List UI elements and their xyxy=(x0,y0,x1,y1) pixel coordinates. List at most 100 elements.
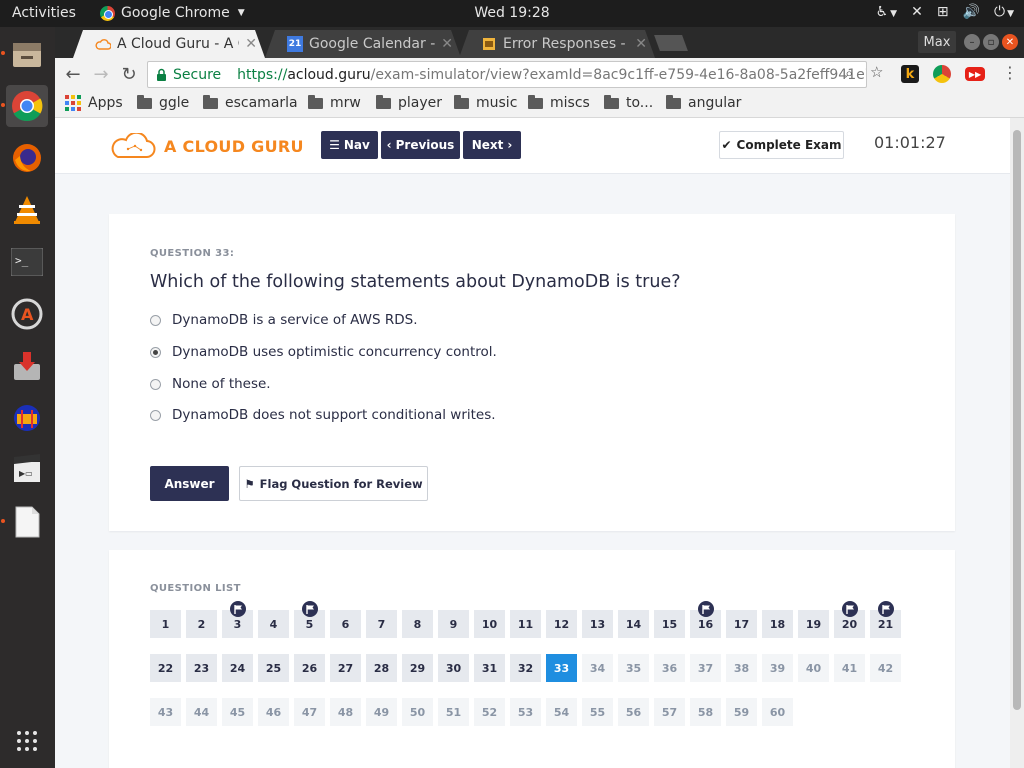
menu-kebab-icon[interactable]: ⋮ xyxy=(1002,63,1018,82)
question-number-button[interactable]: 39 xyxy=(762,654,793,682)
files-cabinet-icon[interactable] xyxy=(6,33,48,75)
question-number-button[interactable]: 29 xyxy=(402,654,433,682)
scrollbar-thumb[interactable] xyxy=(1013,130,1021,710)
question-number-button[interactable]: 24 xyxy=(222,654,253,682)
complete-exam-button[interactable]: ✔ Complete Exam xyxy=(719,131,844,159)
volume-icon[interactable]: 🔊 xyxy=(963,4,980,20)
question-number-button[interactable]: 25 xyxy=(258,654,289,682)
question-number-button[interactable]: 14 xyxy=(618,610,649,638)
question-number-button[interactable]: 55 xyxy=(582,698,613,726)
video-editor-icon[interactable]: ▶▭ xyxy=(6,449,48,491)
bookmark-folder-player[interactable]: player xyxy=(376,94,442,111)
question-number-button[interactable]: 59 xyxy=(726,698,757,726)
software-updater-icon[interactable]: A xyxy=(6,293,48,335)
question-number-button[interactable]: 54 xyxy=(546,698,577,726)
new-tab-button[interactable] xyxy=(654,35,688,51)
firefox-icon[interactable] xyxy=(6,137,48,179)
radio-button[interactable] xyxy=(150,409,161,421)
question-number-button[interactable]: 37 xyxy=(690,654,721,682)
question-number-button[interactable]: 44 xyxy=(186,698,217,726)
question-number-button[interactable]: 41 xyxy=(834,654,865,682)
bookmark-folder-escamarla[interactable]: escamarla xyxy=(203,94,298,111)
answer-option[interactable]: DynamoDB is a service of AWS RDS. xyxy=(150,312,418,328)
question-number-button[interactable]: 22 xyxy=(150,654,181,682)
network-icon[interactable]: ⊞ xyxy=(937,4,949,20)
bookmark-folder-music[interactable]: music xyxy=(454,94,517,111)
question-number-button[interactable]: 4 xyxy=(258,610,289,638)
question-number-button[interactable]: 17 xyxy=(726,610,757,638)
chrome-launcher-icon[interactable] xyxy=(6,85,48,127)
radio-button[interactable] xyxy=(150,314,161,326)
question-number-button[interactable]: 49 xyxy=(366,698,397,726)
page-scrollbar[interactable] xyxy=(1010,118,1024,768)
question-number-button[interactable]: 47 xyxy=(294,698,325,726)
question-number-button[interactable]: 32 xyxy=(510,654,541,682)
question-number-button[interactable]: 57 xyxy=(654,698,685,726)
question-number-button[interactable]: 9 xyxy=(438,610,469,638)
question-number-button[interactable]: 13 xyxy=(582,610,613,638)
question-number-button[interactable]: 33 xyxy=(546,654,577,682)
question-number-button[interactable]: 46 xyxy=(258,698,289,726)
question-number-button[interactable]: 53 xyxy=(510,698,541,726)
secure-indicator[interactable]: Secure xyxy=(156,67,221,83)
question-number-button[interactable]: 42 xyxy=(870,654,901,682)
answer-option[interactable]: DynamoDB uses optimistic concurrency con… xyxy=(150,344,497,360)
tab-google-calendar[interactable]: 21 Google Calendar - 4 ✕ xyxy=(265,30,461,58)
power-icon[interactable]: ⏻ ▼ xyxy=(994,4,1014,20)
show-applications-icon[interactable] xyxy=(6,720,48,762)
close-tab-icon[interactable]: ✕ xyxy=(441,36,453,52)
question-number-button[interactable]: 10 xyxy=(474,610,505,638)
close-tab-icon[interactable]: ✕ xyxy=(245,36,257,52)
question-number-button[interactable]: 56 xyxy=(618,698,649,726)
app-menu[interactable]: Google Chrome ▼ xyxy=(100,5,245,21)
question-number-button[interactable]: 2 xyxy=(186,610,217,638)
tab-acloudguru[interactable]: A Cloud Guru - A Cl ✕ xyxy=(73,30,265,58)
question-number-button[interactable]: 51 xyxy=(438,698,469,726)
question-number-button[interactable]: 38 xyxy=(726,654,757,682)
youtube-extension-icon[interactable]: ▶▶ xyxy=(965,67,985,81)
accessibility-icon[interactable]: ♿ ▼ xyxy=(876,4,897,20)
keepa-extension-icon[interactable]: k xyxy=(901,65,919,83)
question-number-button[interactable]: 31 xyxy=(474,654,505,682)
minimize-icon[interactable]: – xyxy=(964,34,980,50)
colorpick-extension-icon[interactable] xyxy=(933,65,951,83)
question-number-button[interactable]: 48 xyxy=(330,698,361,726)
vlc-icon[interactable] xyxy=(6,189,48,231)
question-number-button[interactable]: 26 xyxy=(294,654,325,682)
question-number-button[interactable]: 27 xyxy=(330,654,361,682)
terminal-icon[interactable]: >_ xyxy=(6,241,48,283)
question-number-button[interactable]: 19 xyxy=(798,610,829,638)
dropbox-icon[interactable]: ✕ xyxy=(911,4,923,20)
previous-button[interactable]: ‹ Previous xyxy=(381,131,460,159)
question-number-button[interactable]: 30 xyxy=(438,654,469,682)
bookmark-star-icon[interactable]: ☆ xyxy=(870,63,883,81)
question-number-button[interactable]: 12 xyxy=(546,610,577,638)
question-number-button[interactable]: 36 xyxy=(654,654,685,682)
answer-option[interactable]: None of these. xyxy=(150,376,271,392)
tab-error-responses[interactable]: Error Responses - A ✕ xyxy=(459,30,655,58)
answer-button[interactable]: Answer xyxy=(150,466,229,501)
question-number-button[interactable]: 7 xyxy=(366,610,397,638)
close-window-icon[interactable]: ✕ xyxy=(1002,34,1018,50)
text-document-icon[interactable] xyxy=(6,501,48,543)
bookmark-folder-angular[interactable]: angular xyxy=(666,94,741,111)
close-tab-icon[interactable]: ✕ xyxy=(635,36,647,52)
address-bar[interactable]: Secure https:// acloud.guru /exam-simula… xyxy=(147,61,867,88)
question-number-button[interactable]: 35 xyxy=(618,654,649,682)
bookmark-folder-miscs[interactable]: miscs xyxy=(528,94,590,111)
question-number-button[interactable]: 8 xyxy=(402,610,433,638)
bookmark-apps[interactable]: Apps xyxy=(65,95,123,111)
question-number-button[interactable]: 40 xyxy=(798,654,829,682)
bookmark-folder-ggle[interactable]: ggle xyxy=(137,94,189,111)
forward-arrow-icon[interactable]: → xyxy=(89,62,113,86)
bookmark-folder-to[interactable]: to... xyxy=(604,94,653,111)
system-tray[interactable]: ♿ ▼ ✕ ⊞ 🔊 ⏻ ▼ xyxy=(876,4,1014,20)
question-number-button[interactable]: 45 xyxy=(222,698,253,726)
question-number-button[interactable]: 15 xyxy=(654,610,685,638)
bookmark-folder-mrw[interactable]: mrw xyxy=(308,94,361,111)
question-number-button[interactable]: 1 xyxy=(150,610,181,638)
question-number-button[interactable]: 28 xyxy=(366,654,397,682)
audacity-icon[interactable] xyxy=(6,397,48,439)
question-number-button[interactable]: 60 xyxy=(762,698,793,726)
question-number-button[interactable]: 52 xyxy=(474,698,505,726)
